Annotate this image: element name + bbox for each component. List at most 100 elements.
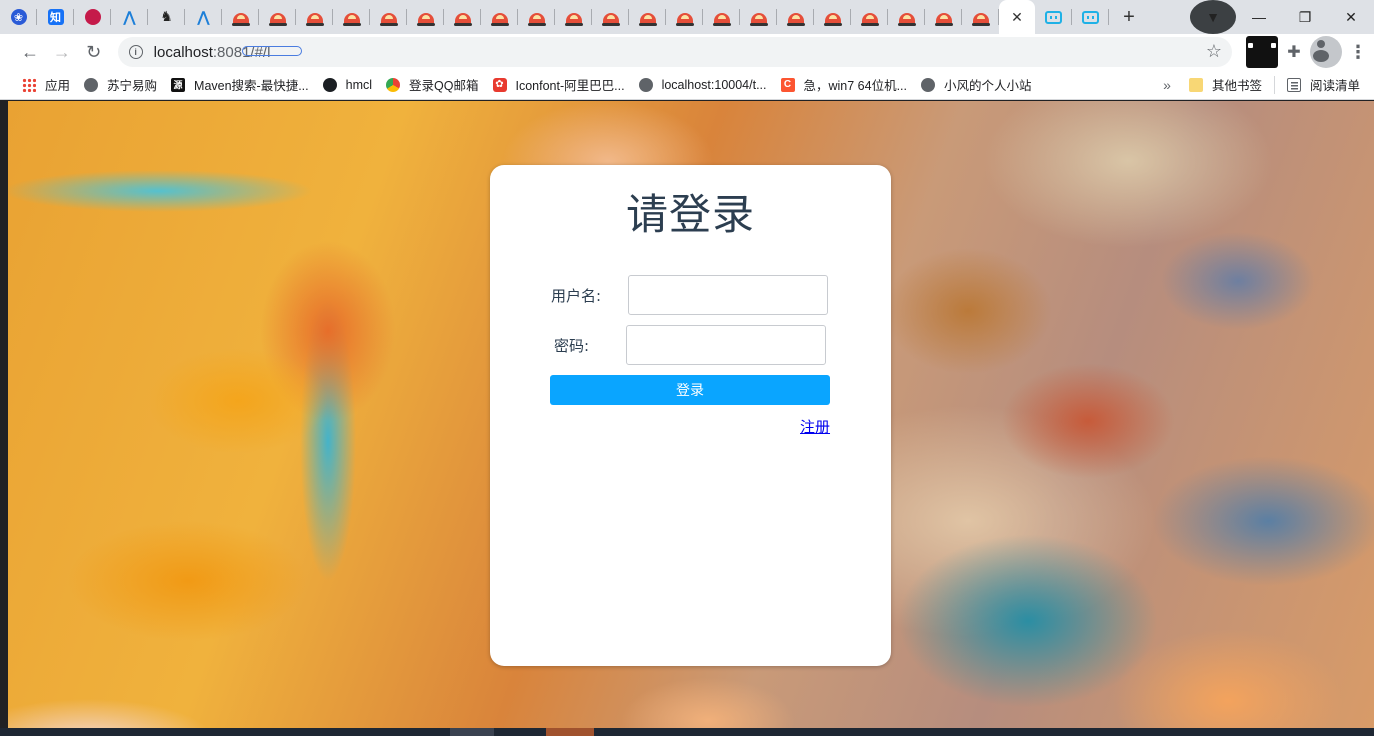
- username-label: 用户名:: [551, 287, 602, 305]
- tab-hat-12[interactable]: [629, 0, 666, 34]
- extensions-menu-button[interactable]: ✚: [1278, 36, 1310, 68]
- tab-strip: ❀ 知 ⋀ ♞ ⋀ ✕ + ▼ — ❐ ✕: [0, 0, 1374, 34]
- tab-hat-4[interactable]: [333, 0, 370, 34]
- bookmark-suning[interactable]: 苏宁易购: [84, 75, 157, 94]
- bookmark-label: hmcl: [345, 77, 373, 92]
- profile-button[interactable]: [1309, 36, 1342, 68]
- hat-icon: [675, 12, 694, 26]
- tab-raspberry[interactable]: [74, 0, 111, 34]
- bookmarks-right: » 其他书签 阅读清单: [1163, 75, 1374, 94]
- hat-icon: [601, 12, 620, 26]
- tab-hat-5[interactable]: [370, 0, 407, 34]
- bookmark-label: 其他书签: [1211, 79, 1262, 93]
- tab-hat-3[interactable]: [296, 0, 333, 34]
- extension-button[interactable]: [1245, 36, 1278, 68]
- tab-hat-7[interactable]: [444, 0, 481, 34]
- apps-grid-icon: [22, 77, 36, 92]
- tab-hat-1[interactable]: [222, 0, 259, 34]
- bookmark-star-icon[interactable]: ☆: [1206, 41, 1222, 62]
- qq-mail-icon: [386, 77, 401, 92]
- tab-zhihu[interactable]: 知: [37, 0, 74, 34]
- bookmark-other[interactable]: 其他书签: [1188, 75, 1262, 94]
- tab-a-2[interactable]: ⋀: [185, 0, 222, 34]
- new-tab-button[interactable]: +: [1109, 6, 1149, 29]
- more-bookmarks-chevron-icon[interactable]: »: [1163, 77, 1171, 93]
- tab-hat-20[interactable]: [925, 0, 962, 34]
- tab-bilibili-1[interactable]: [1035, 0, 1072, 34]
- login-button[interactable]: 登录: [550, 375, 830, 405]
- tab-hat-16[interactable]: [777, 0, 814, 34]
- taskbar-item[interactable]: [546, 728, 594, 736]
- reload-button[interactable]: ↻: [78, 36, 110, 68]
- kebab-menu-icon: ⋮: [1348, 41, 1367, 62]
- tab-hat-15[interactable]: [740, 0, 777, 34]
- tab-hat-18[interactable]: [851, 0, 888, 34]
- tab-search-button[interactable]: ▼: [1190, 0, 1236, 34]
- close-icon[interactable]: ✕: [1011, 9, 1023, 26]
- window-controls: ▼ — ❐ ✕: [1190, 0, 1374, 34]
- bookmark-blog[interactable]: 小风的个人小站: [921, 75, 1032, 94]
- register-link[interactable]: 注册: [800, 416, 830, 437]
- globe-icon: [921, 77, 936, 92]
- tab-hat-14[interactable]: [703, 0, 740, 34]
- tab-bilibili-2[interactable]: [1072, 0, 1109, 34]
- globe-icon: [638, 77, 653, 92]
- csdn-icon: C: [780, 77, 795, 92]
- bookmark-csdn[interactable]: C 急，win7 64位机...: [780, 75, 907, 94]
- url-text[interactable]: localhost:8081/#/l: [154, 44, 303, 61]
- bookmark-apps[interactable]: 应用: [22, 75, 70, 94]
- hat-icon: [490, 12, 509, 26]
- tab-hat-9[interactable]: [518, 0, 555, 34]
- source-icon: 源: [171, 77, 186, 92]
- tab-octocat[interactable]: ♞: [148, 0, 185, 34]
- puzzle-icon: ✚: [1287, 44, 1301, 61]
- address-bar[interactable]: i localhost:8081/#/l ☆: [117, 37, 1232, 67]
- tab-hat-6[interactable]: [407, 0, 444, 34]
- extension-area: ✚ ⋮: [1245, 36, 1374, 68]
- page-title: 请登录: [625, 190, 755, 239]
- tab-hat-2[interactable]: [259, 0, 296, 34]
- hat-icon: [453, 12, 472, 26]
- bookmark-maven[interactable]: 源 Maven搜索-最快捷...: [171, 75, 309, 94]
- bookmark-label: 登录QQ邮箱: [409, 79, 479, 93]
- tab-hat-8[interactable]: [481, 0, 518, 34]
- bilibili-icon: [1082, 10, 1099, 24]
- bookmark-label: 阅读清单: [1309, 79, 1360, 93]
- bookmark-label: 应用: [45, 79, 71, 93]
- hat-icon: [934, 12, 953, 26]
- page-background: 请登录 用户名: 密码: 登录 注册: [8, 101, 1374, 728]
- hat-icon: [305, 12, 324, 26]
- reading-list-button[interactable]: 阅读清单: [1286, 75, 1360, 94]
- forward-button[interactable]: →: [46, 36, 78, 68]
- password-input[interactable]: [626, 325, 826, 365]
- bookmark-qqmail[interactable]: 登录QQ邮箱: [386, 75, 479, 94]
- login-card: 请登录 用户名: 密码: 登录 注册: [490, 165, 891, 666]
- hat-icon: [231, 12, 250, 26]
- tab-active[interactable]: ✕: [999, 0, 1035, 34]
- bookmark-localhost[interactable]: localhost:10004/t...: [638, 77, 767, 92]
- tab-baidu[interactable]: ❀: [0, 0, 37, 34]
- tab-hat-10[interactable]: [555, 0, 592, 34]
- hat-icon: [786, 12, 805, 26]
- browser-menu-button[interactable]: ⋮: [1342, 36, 1374, 68]
- bookmark-iconfont[interactable]: ✿ Iconfont-阿里巴巴...: [492, 75, 625, 94]
- folder-icon: [1188, 77, 1203, 92]
- tab-hat-11[interactable]: [592, 0, 629, 34]
- baidu-paw-icon: ❀: [10, 9, 27, 25]
- url-redaction: [242, 45, 303, 56]
- globe-icon: [84, 77, 99, 92]
- bookmark-hmcl[interactable]: hmcl: [322, 77, 373, 92]
- password-label: 密码:: [554, 337, 590, 355]
- tab-hat-17[interactable]: [814, 0, 851, 34]
- tab-a-1[interactable]: ⋀: [111, 0, 148, 34]
- close-window-button[interactable]: ✕: [1328, 0, 1374, 34]
- taskbar-item[interactable]: [450, 728, 494, 736]
- tab-hat-21[interactable]: [962, 0, 999, 34]
- username-input[interactable]: [628, 275, 828, 315]
- restore-button[interactable]: ❐: [1282, 0, 1328, 34]
- tab-hat-19[interactable]: [888, 0, 925, 34]
- tab-hat-13[interactable]: [666, 0, 703, 34]
- back-button[interactable]: ←: [14, 36, 46, 68]
- minimize-button[interactable]: —: [1236, 0, 1282, 34]
- info-icon[interactable]: i: [128, 45, 143, 59]
